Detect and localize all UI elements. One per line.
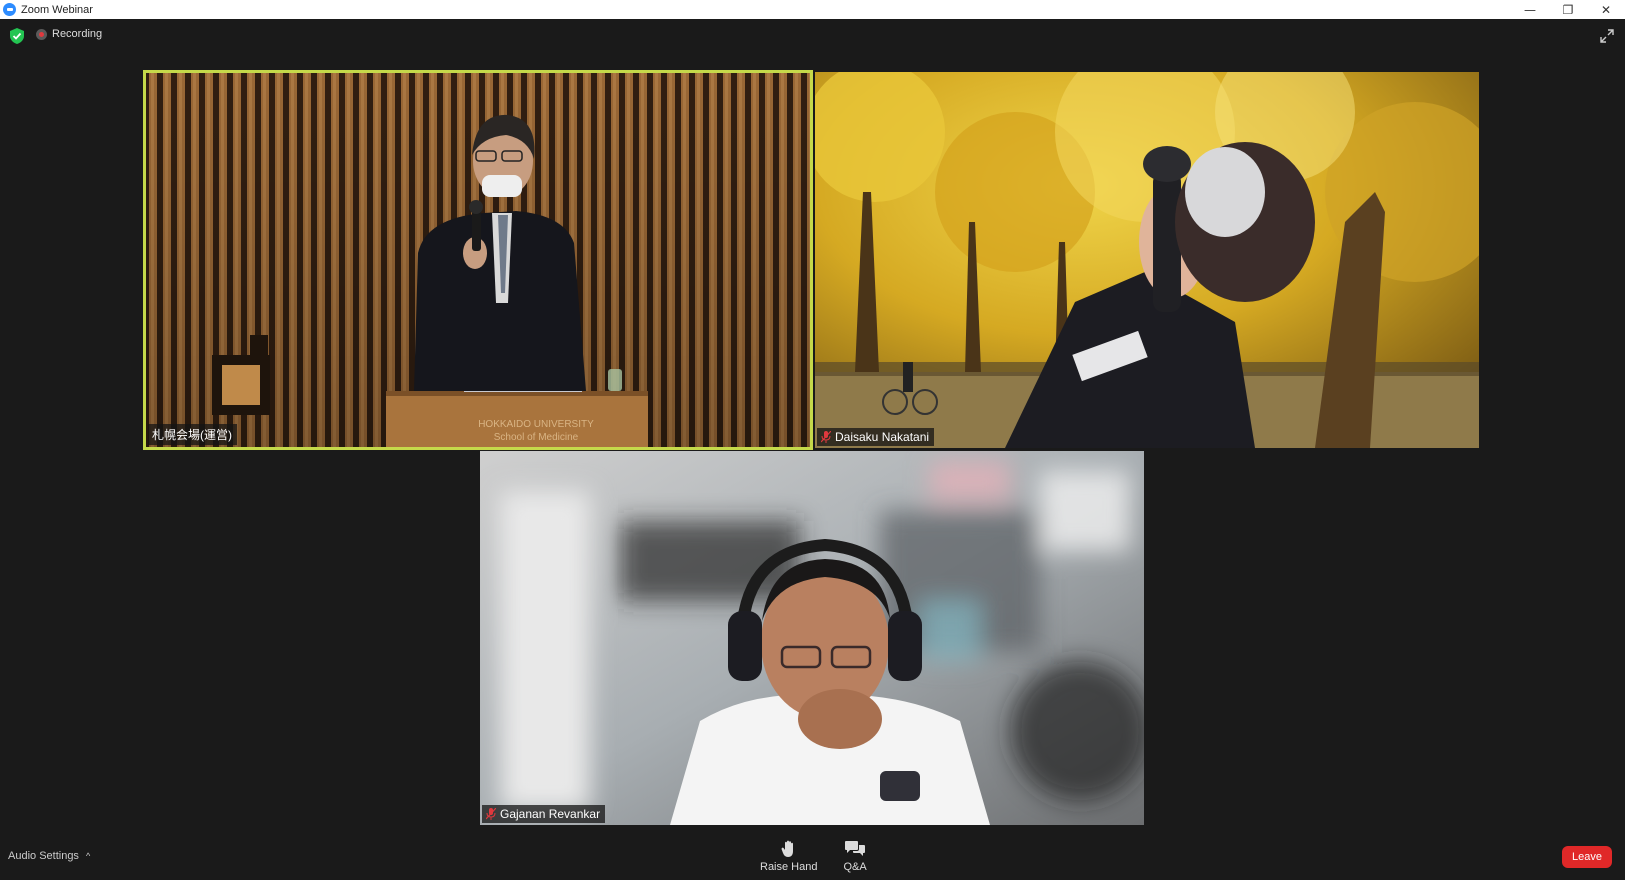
qa-label: Q&A [843,861,867,873]
participant-name: 札幌会場(運営) [152,428,232,442]
mic-muted-icon [486,808,496,820]
meeting-info-bar: Recording [0,19,1625,54]
recording-label: Recording [52,28,103,40]
center-controls: Raise Hand Q&A [760,840,893,873]
shield-check-icon[interactable] [10,28,24,44]
audio-settings-button[interactable]: Audio Settings ^ [8,850,90,862]
podium-text-line1: HOKKAIDO UNIVERSITY [478,419,594,430]
raise-hand-label: Raise Hand [760,861,818,873]
recording-indicator[interactable]: Recording [36,28,102,40]
zoom-logo-icon [3,3,16,16]
zoom-webinar-window: Zoom Webinar — ❐ ✕ Recording HOKKAIDO UN… [0,0,1625,880]
qa-button[interactable]: Q&A [843,840,867,873]
video-tile-sapporo[interactable]: HOKKAIDO UNIVERSITY School of Medicine 札… [143,70,813,450]
video-feed-autumn-trees [815,72,1479,448]
participant-name-tag: 札幌会場(運営) [148,424,237,445]
caret-up-icon[interactable]: ^ [86,851,90,861]
minimize-button[interactable]: — [1511,0,1549,19]
mic-muted-icon [821,431,831,443]
restore-button[interactable]: ❐ [1549,0,1587,19]
participant-name-tag: Gajanan Revankar [482,805,606,823]
close-button[interactable]: ✕ [1587,0,1625,19]
participant-name: Gajanan Revankar [500,807,601,821]
video-feed-lab-background [480,451,1144,825]
participant-name-tag: Daisaku Nakatani [817,428,935,446]
participant-name: Daisaku Nakatani [835,430,930,444]
meeting-controls-bar: Audio Settings ^ Raise Hand Q&A Leave [0,830,1625,880]
video-tile-daisaku-nakatani[interactable]: Daisaku Nakatani [815,72,1479,448]
window-controls: — ❐ ✕ [1511,0,1625,19]
video-feed-lecture-hall: HOKKAIDO UNIVERSITY School of Medicine [146,73,810,447]
raise-hand-button[interactable]: Raise Hand [760,840,817,873]
title-bar: Zoom Webinar — ❐ ✕ [0,0,1625,19]
window-title: Zoom Webinar [21,3,93,16]
video-tile-gajanan-revankar[interactable]: Gajanan Revankar [480,451,1144,825]
podium-text-line2: School of Medicine [494,432,579,443]
qa-icon [845,841,866,856]
recording-dot-icon [36,28,47,40]
leave-button[interactable]: Leave [1562,846,1612,868]
audio-settings-label: Audio Settings [8,850,79,862]
fullscreen-icon[interactable] [1599,28,1615,44]
hand-icon [781,840,793,857]
